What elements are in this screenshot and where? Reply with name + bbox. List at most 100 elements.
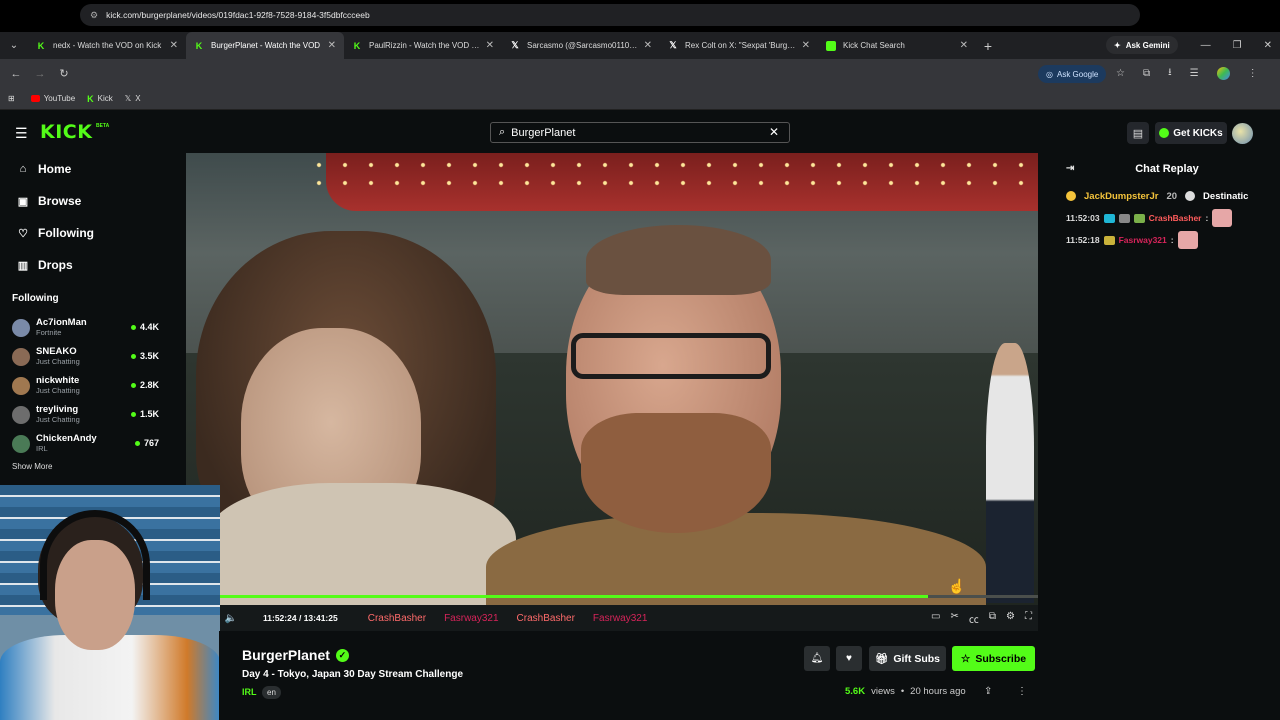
channel-category: IRL [36,444,48,453]
sheet-icon [826,40,836,51]
stream-category[interactable]: IRL [242,687,257,697]
tab-search-chevron-icon[interactable]: ⌄ [0,32,28,59]
notification-bell-button[interactable]: 🔔︎ [804,646,830,671]
video-player[interactable] [186,153,1038,605]
kick-icon: K [195,40,203,51]
collapse-chat-icon[interactable]: ⇥ [1066,163,1074,174]
minimize-icon[interactable]: — [1201,40,1211,51]
subscribe-button[interactable]: ☆ Subscribe [952,646,1035,671]
kicks-coin-icon [1159,128,1170,138]
leaderboard-user[interactable]: Destinatic [1203,191,1248,202]
sidebar-item-drops[interactable]: ▥ Drops [0,249,170,281]
bookmark-x[interactable]: 𝕏 X [125,94,141,103]
get-kicks-button[interactable]: Get KICKs [1155,122,1227,144]
site-info-icon[interactable]: ⚙ [90,10,98,21]
address-bar[interactable]: ⚙ kick.com/burgerplanet/videos/019fdac1-… [80,4,1140,26]
leaderboard-user[interactable]: JackDumpsterJr [1084,191,1158,202]
theater-mode-icon[interactable]: ▭ [931,611,940,626]
close-icon[interactable]: ✕ [328,40,336,51]
volume-icon[interactable]: 🔈 [219,613,243,624]
more-options-icon[interactable]: ⋮ [1017,686,1027,697]
avatar [12,376,30,395]
follow-heart-button[interactable]: ♥ [836,646,862,671]
kebab-menu-icon[interactable]: ⋮ [1248,68,1258,79]
user-avatar[interactable] [1232,123,1253,144]
close-icon[interactable]: ✕ [960,40,968,51]
new-tab-plus-icon[interactable]: + [976,38,1000,54]
kick-logo[interactable]: KICK [40,121,92,143]
viewer-count-value: 2.8K [139,380,159,390]
share-icon[interactable]: ⇪ [984,686,992,697]
sidebar: ⌂ Home ▣ Browse ♡ Following ▥ Drops Foll… [0,153,170,488]
message-timestamp: 11:52:18 [1066,235,1100,245]
fullscreen-icon[interactable]: ⛶ [1025,611,1032,626]
ask-google-button[interactable]: ◎ Ask Google [1038,65,1107,83]
pip-icon[interactable]: ⧉ [989,611,996,626]
reading-list-icon[interactable]: ☰ [1190,68,1199,79]
browser-tab-nedx[interactable]: K nedx - Watch the VOD on Kick ✕ [28,32,186,59]
browser-tab-sarcasmo[interactable]: 𝕏 Sarcasmo (@Sarcasmo011011) ✕ [502,32,660,59]
restore-icon[interactable]: ❐ [1233,40,1242,51]
download-icon[interactable]: ⭳ [1168,65,1172,82]
sidebar-item-label: Following [38,226,94,240]
browser-tab-paulrizzin[interactable]: K PaulRizzin - Watch the VOD on ✕ [344,32,502,59]
gifter-badge-icon [1118,213,1130,223]
streamer-name[interactable]: BurgerPlanet ✓ [242,647,349,663]
chat-title: Chat Replay [1135,163,1199,175]
message-username[interactable]: CrashBasher [1149,213,1202,223]
live-dot-icon [130,411,136,417]
extensions-icon[interactable]: ⧉ [1143,68,1150,79]
back-arrow-icon[interactable]: ← [4,68,28,80]
clear-search-icon[interactable]: ✕ [769,125,779,139]
reload-icon[interactable]: ↻ [52,67,76,80]
sidebar-item-home[interactable]: ⌂ Home [0,153,170,185]
forward-arrow-icon[interactable]: → [28,68,52,80]
gift-leaderboard: JackDumpsterJr 20 Destinatic [1054,185,1280,207]
close-icon[interactable]: ✕ [170,40,178,51]
view-count: 5.6K [845,686,866,697]
get-kicks-label: Get KICKs [1173,127,1223,139]
beta-label: BETA [96,123,110,129]
language-tag[interactable]: en [262,686,281,699]
settings-gear-icon[interactable]: ⚙ [1006,611,1015,626]
bookmark-kick[interactable]: K Kick [87,94,113,104]
close-icon[interactable]: ✕ [644,40,652,51]
sidebar-item-following[interactable]: ♡ Following [0,217,170,249]
video-progress-bar[interactable] [219,595,1038,598]
browser-tab-burgerplanet[interactable]: K BurgerPlanet - Watch the VOD ✕ [186,32,344,59]
live-dot-icon [130,353,136,359]
ask-gemini-button[interactable]: ✦ Ask Gemini [1106,36,1178,54]
player-controls: 🔈 11:52:24 / 13:41:25 CrashBasher Fasrwa… [219,605,1038,631]
followed-channel[interactable]: treyliving Just Chatting 1.5K [0,400,170,429]
captions-icon[interactable]: ㏄ [969,611,979,626]
browser-tab-kick-chat-search[interactable]: Kick Chat Search ✕ [818,32,976,59]
lens-icon: ◎ [1046,69,1053,79]
search-input[interactable]: ⌕ BurgerPlanet ✕ [490,122,790,143]
gift-subs-button[interactable]: 🎁︎ Gift Subs [869,646,946,671]
channel-name: SNEAKO [36,346,77,357]
browser-tab-rexcolt[interactable]: 𝕏 Rex Colt on X: "Sexpat 'BurgerP ✕ [660,32,818,59]
dashboard-icon[interactable]: ▤ [1127,122,1149,144]
kick-icon: K [87,93,94,104]
clip-icon[interactable]: ✂ [951,611,959,626]
apps-grid-icon[interactable]: ⊞ [8,94,15,103]
views-label: views [871,686,895,697]
close-window-icon[interactable]: ✕ [1264,40,1272,51]
viewer-count-value: 1.5K [139,409,159,419]
channel-category: Just Chatting [36,357,80,366]
star-icon[interactable]: ☆ [1116,68,1125,79]
show-more-link[interactable]: Show More [0,462,170,471]
followed-channel[interactable]: nickwhite Just Chatting 2.8K [0,371,170,400]
sidebar-item-browse[interactable]: ▣ Browse [0,185,170,217]
viewer-count: 3.5K [130,351,159,361]
hamburger-menu-icon[interactable]: ☰ [15,125,28,142]
profile-icon[interactable] [1216,67,1230,80]
message-username[interactable]: Fasrway321 [1119,235,1167,245]
followed-channel[interactable]: SNEAKO Just Chatting 3.5K [0,342,170,371]
followed-channel[interactable]: ChickenAndy IRL 767 [0,429,170,458]
subscribe-label: Subscribe [975,652,1027,665]
close-icon[interactable]: ✕ [486,40,494,51]
bookmark-youtube[interactable]: YouTube [30,94,75,103]
followed-channel[interactable]: Ac7ionMan Fortnite 4.4K [0,313,170,342]
close-icon[interactable]: ✕ [802,40,810,51]
